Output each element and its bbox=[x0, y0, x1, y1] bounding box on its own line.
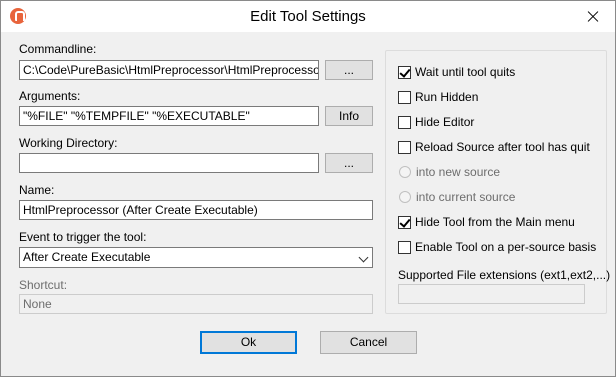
reload-source-label: Reload Source after tool has quit bbox=[415, 140, 590, 154]
extensions-field bbox=[398, 284, 585, 304]
working-directory-field[interactable] bbox=[19, 153, 319, 173]
run-hidden-checkbox[interactable] bbox=[398, 91, 411, 104]
commandline-browse-button[interactable]: ... bbox=[325, 60, 373, 80]
into-new-source-label: into new source bbox=[416, 165, 501, 179]
event-select-value: After Create Executable bbox=[23, 250, 151, 264]
name-label: Name: bbox=[19, 183, 55, 197]
arguments-field[interactable]: "%FILE" "%TEMPFILE" "%EXECUTABLE" bbox=[19, 106, 319, 126]
hide-from-menu-label: Hide Tool from the Main menu bbox=[415, 215, 575, 229]
hide-editor-checkbox[interactable] bbox=[398, 116, 411, 129]
working-directory-label: Working Directory: bbox=[19, 136, 118, 150]
title-bar: Edit Tool Settings bbox=[1, 1, 615, 32]
ok-button[interactable]: Ok bbox=[200, 331, 297, 354]
close-icon[interactable] bbox=[571, 1, 615, 32]
window-title: Edit Tool Settings bbox=[250, 8, 366, 25]
name-field[interactable]: HtmlPreprocessor (After Create Executabl… bbox=[19, 200, 373, 220]
commandline-label: Commandline: bbox=[19, 42, 97, 56]
extensions-label: Supported File extensions (ext1,ext2,...… bbox=[398, 268, 611, 282]
run-hidden-label: Run Hidden bbox=[415, 90, 479, 104]
shortcut-label: Shortcut: bbox=[19, 278, 68, 292]
dialog-window: Edit Tool Settings Commandline: C:\Code\… bbox=[0, 0, 616, 377]
hide-from-menu-checkbox[interactable] bbox=[398, 216, 411, 229]
hide-editor-label: Hide Editor bbox=[415, 115, 475, 129]
chevron-down-icon bbox=[358, 252, 369, 263]
shortcut-field: None bbox=[19, 294, 373, 314]
into-current-source-radio[interactable] bbox=[399, 191, 411, 203]
into-current-source-label: into current source bbox=[416, 190, 516, 204]
wait-until-quits-label: Wait until tool quits bbox=[415, 65, 516, 79]
arguments-info-button[interactable]: Info bbox=[325, 106, 373, 126]
per-source-checkbox[interactable] bbox=[398, 241, 411, 254]
into-new-source-radio[interactable] bbox=[399, 166, 411, 178]
working-directory-browse-button[interactable]: ... bbox=[325, 153, 373, 173]
event-label: Event to trigger the tool: bbox=[19, 230, 147, 244]
reload-source-checkbox[interactable] bbox=[398, 141, 411, 154]
cancel-button[interactable]: Cancel bbox=[320, 331, 417, 354]
event-select[interactable]: After Create Executable bbox=[19, 247, 373, 268]
arguments-label: Arguments: bbox=[19, 89, 81, 103]
wait-until-quits-checkbox[interactable] bbox=[398, 66, 411, 79]
commandline-field[interactable]: C:\Code\PureBasic\HtmlPreprocessor\HtmlP… bbox=[19, 60, 319, 80]
per-source-label: Enable Tool on a per-source basis bbox=[415, 240, 597, 254]
